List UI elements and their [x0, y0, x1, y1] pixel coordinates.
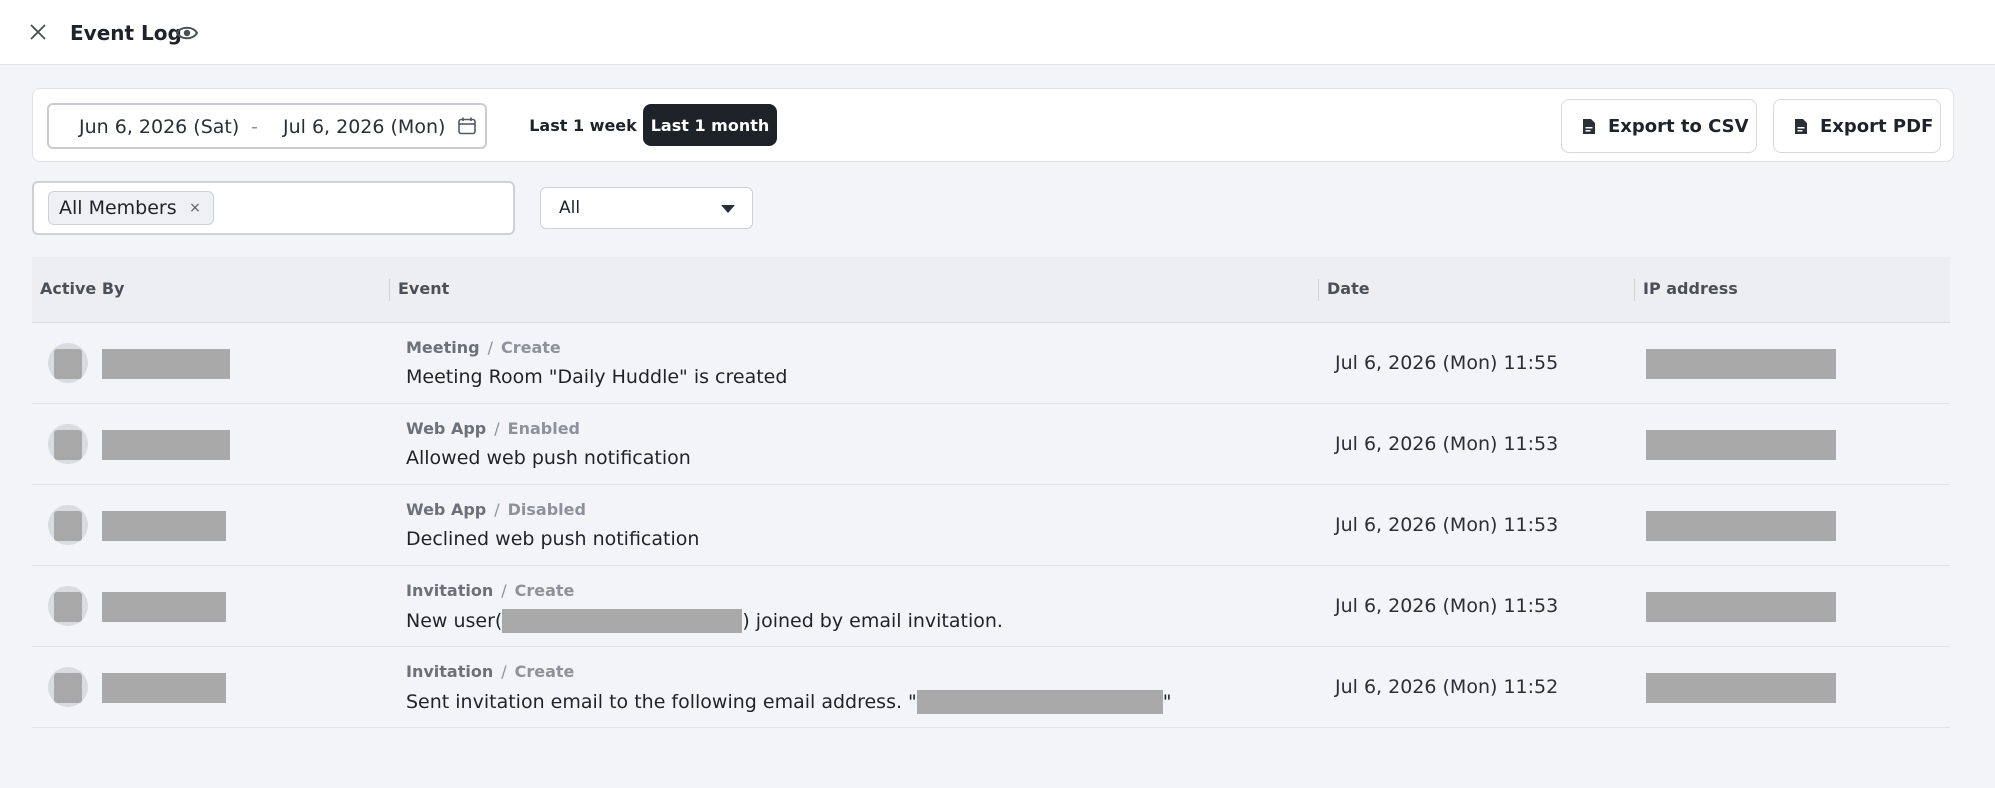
- event-category: Invitation / Create: [406, 662, 575, 681]
- export-csv-button[interactable]: Export to CSV: [1561, 99, 1757, 153]
- avatar: [48, 667, 88, 707]
- calendar-icon[interactable]: [457, 116, 477, 136]
- redacted-email: [916, 690, 1163, 714]
- avatar: [48, 586, 88, 626]
- export-pdf-button[interactable]: Export PDF: [1773, 99, 1941, 153]
- redacted-name: [102, 592, 226, 622]
- remove-chip-icon[interactable]: ×: [187, 198, 203, 218]
- table-row[interactable]: Invitation / Create New user() joined by e…: [32, 566, 1950, 647]
- event-date: Jul 6, 2026 (Mon) 11:53: [1335, 595, 1559, 617]
- table-row[interactable]: Meeting / Create Meeting Room "Daily Huddl…: [32, 323, 1950, 404]
- event-description: New user() joined by email invitation.: [406, 609, 1003, 633]
- event-date: Jul 6, 2026 (Mon) 11:52: [1335, 676, 1559, 698]
- table-row[interactable]: Web App / Enabled Allowed web push notific…: [32, 404, 1950, 485]
- date-separator: -: [251, 116, 258, 138]
- range-last-month-button[interactable]: Last 1 month: [643, 104, 777, 146]
- column-divider: [389, 279, 390, 301]
- page-title: Event Log: [70, 21, 182, 45]
- event-type-select[interactable]: All: [540, 187, 753, 229]
- event-category: Invitation / Create: [406, 581, 575, 600]
- redacted-ip: [1646, 592, 1836, 622]
- column-header-event: Event: [398, 279, 450, 298]
- event-description: Allowed web push notification: [406, 447, 691, 469]
- top-bar: Event Log: [0, 0, 1995, 65]
- column-header-ip: IP address: [1643, 279, 1738, 298]
- event-category: Web App / Enabled: [406, 419, 580, 438]
- event-date: Jul 6, 2026 (Mon) 11:55: [1335, 352, 1559, 374]
- event-description: Meeting Room "Daily Huddle" is created: [406, 366, 788, 388]
- export-pdf-label: Export PDF: [1820, 115, 1934, 137]
- column-header-active-by: Active By: [40, 279, 125, 298]
- redacted-username: [502, 609, 743, 633]
- filter-toolbar: Jun 6, 2026 (Sat) - Jul 6, 2026 (Mon) La…: [32, 88, 1954, 162]
- redacted-name: [102, 349, 230, 379]
- event-date: Jul 6, 2026 (Mon) 11:53: [1335, 514, 1559, 536]
- redacted-ip: [1646, 511, 1836, 541]
- avatar: [48, 505, 88, 545]
- column-divider: [1318, 279, 1319, 301]
- document-icon: [1583, 118, 1595, 134]
- event-date: Jul 6, 2026 (Mon) 11:53: [1335, 433, 1559, 455]
- date-end[interactable]: Jul 6, 2026 (Mon): [283, 116, 445, 138]
- chevron-down-icon: [721, 205, 735, 213]
- redacted-ip: [1646, 673, 1836, 703]
- redacted-name: [102, 511, 226, 541]
- event-type-value: All: [559, 198, 581, 218]
- date-range-picker[interactable]: Jun 6, 2026 (Sat) - Jul 6, 2026 (Mon): [47, 103, 487, 149]
- column-divider: [1634, 279, 1635, 301]
- event-table: Active By Event Date IP address Meeting /…: [32, 257, 1950, 728]
- document-icon: [1795, 118, 1807, 134]
- event-description: Sent invitation email to the following e…: [406, 690, 1172, 714]
- table-row[interactable]: Web App / Disabled Declined web push notif…: [32, 485, 1950, 566]
- member-chip: All Members ×: [48, 191, 214, 225]
- redacted-ip: [1646, 430, 1836, 460]
- event-category: Web App / Disabled: [406, 500, 586, 519]
- redacted-name: [102, 673, 226, 703]
- event-category: Meeting / Create: [406, 338, 561, 357]
- close-icon[interactable]: [26, 20, 50, 44]
- event-description: Declined web push notification: [406, 528, 700, 550]
- eye-icon[interactable]: [176, 23, 198, 43]
- avatar: [48, 343, 88, 383]
- table-header: Active By Event Date IP address: [32, 257, 1950, 323]
- redacted-ip: [1646, 349, 1836, 379]
- table-row[interactable]: Invitation / Create Sent invitation email …: [32, 647, 1950, 728]
- range-last-week-button[interactable]: Last 1 week: [523, 104, 643, 146]
- export-csv-label: Export to CSV: [1608, 115, 1749, 137]
- member-filter-input[interactable]: All Members ×: [32, 181, 515, 235]
- redacted-name: [102, 430, 230, 460]
- column-header-date: Date: [1327, 279, 1370, 298]
- date-start[interactable]: Jun 6, 2026 (Sat): [79, 116, 239, 138]
- avatar: [48, 424, 88, 464]
- member-chip-label: All Members: [59, 197, 177, 219]
